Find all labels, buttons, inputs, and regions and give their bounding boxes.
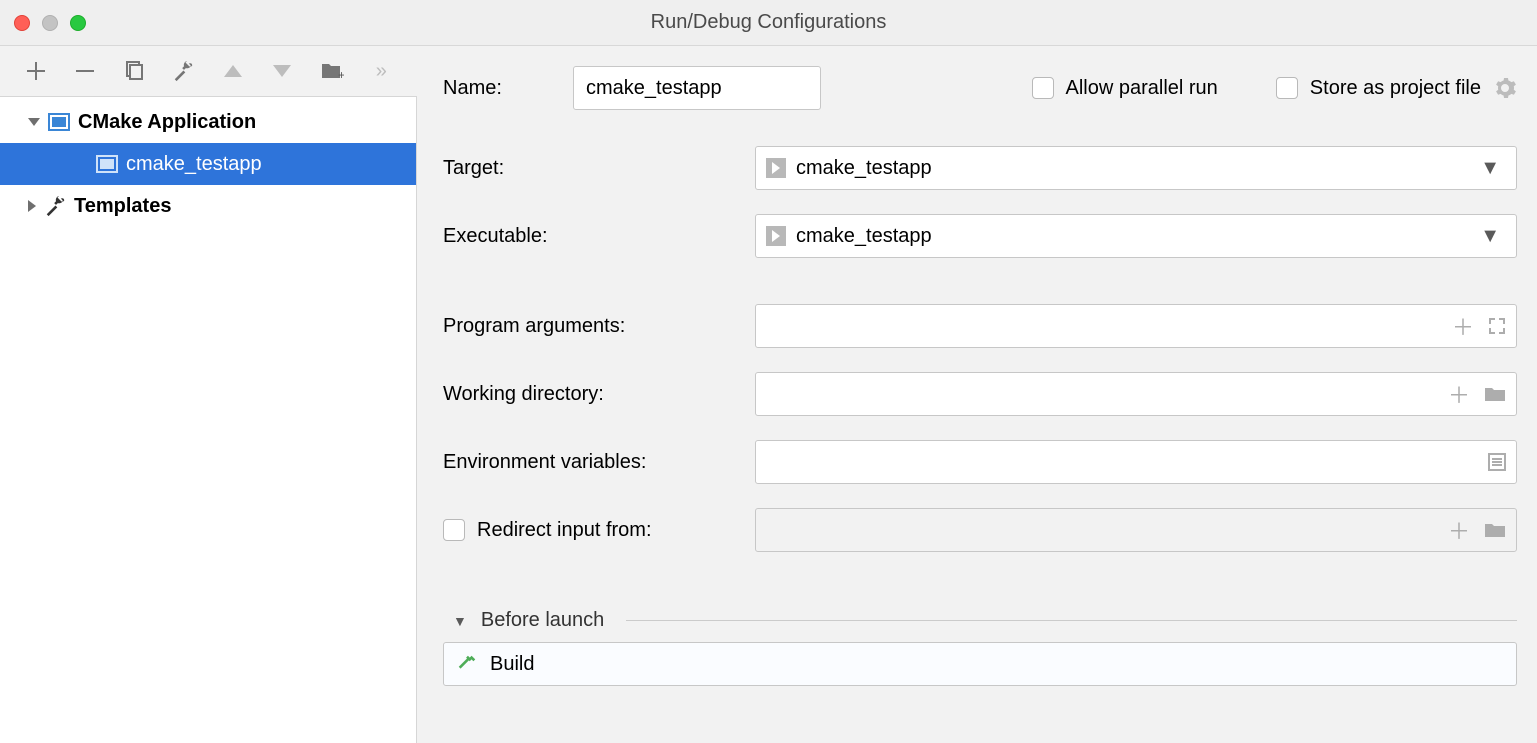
tree-item-label: cmake_testapp [126, 153, 262, 176]
build-task-item[interactable]: Build [444, 643, 1516, 685]
before-launch-header[interactable]: ▼ Before launch [443, 609, 1517, 632]
wrench-icon [172, 60, 194, 82]
executable-label: Executable: [443, 225, 743, 248]
main-panel: Name: cmake_testapp Allow parallel run S… [417, 46, 1537, 743]
store-project-checkbox[interactable]: Store as project file [1276, 77, 1481, 100]
tree-group-templates[interactable]: Templates [0, 185, 416, 227]
program-args-label: Program arguments: [443, 315, 743, 338]
folder-icon[interactable] [1484, 521, 1506, 539]
program-args-input[interactable]: ＋ [755, 304, 1517, 348]
name-input[interactable]: cmake_testapp [573, 66, 821, 110]
env-vars-input[interactable] [755, 440, 1517, 484]
checkbox-icon [443, 519, 465, 541]
target-select[interactable]: cmake_testapp ▼ [755, 146, 1517, 190]
chevron-down-icon: ▼ [453, 613, 467, 629]
chevron-down-icon: ▼ [1480, 157, 1500, 180]
target-value: cmake_testapp [796, 157, 932, 180]
plus-icon[interactable]: ＋ [1452, 310, 1474, 342]
maximize-window-button[interactable] [70, 15, 86, 31]
name-label: Name: [443, 77, 561, 100]
working-dir-input[interactable]: ＋ [755, 372, 1517, 416]
row-working-dir: Working directory: ＋ [443, 372, 1517, 416]
content: + » CMake Application cmake_testapp Temp… [0, 46, 1537, 743]
more-button[interactable]: » [370, 59, 393, 83]
row-target: Target: cmake_testapp ▼ [443, 146, 1517, 190]
allow-parallel-label: Allow parallel run [1066, 77, 1218, 100]
wrench-icon [44, 195, 66, 217]
tree-item-testapp[interactable]: cmake_testapp [0, 143, 416, 185]
hammer-icon [456, 653, 478, 675]
window-title: Run/Debug Configurations [0, 11, 1537, 34]
minus-icon [76, 62, 94, 80]
checkbox-icon [1032, 77, 1054, 99]
collapse-arrow-icon [28, 200, 36, 212]
chevron-down-icon [273, 65, 291, 77]
move-up-button[interactable] [221, 59, 244, 83]
chevron-up-icon [224, 65, 242, 77]
env-vars-label: Environment variables: [443, 451, 743, 474]
executable-value: cmake_testapp [796, 225, 932, 248]
sidebar: + » CMake Application cmake_testapp Temp… [0, 46, 417, 743]
expand-icon[interactable] [1488, 317, 1506, 335]
row-program-args: Program arguments: ＋ [443, 304, 1517, 348]
target-label: Target: [443, 157, 743, 180]
chevron-down-icon: ▼ [1480, 225, 1500, 248]
store-project-label: Store as project file [1310, 77, 1481, 100]
before-launch-section: ▼ Before launch Build [443, 608, 1517, 686]
cmake-app-icon [96, 155, 118, 173]
move-down-button[interactable] [270, 59, 293, 83]
before-launch-label: Before launch [481, 609, 604, 632]
redirect-label: Redirect input from: [477, 519, 652, 542]
folder-add-button[interactable]: + [320, 59, 344, 83]
add-config-button[interactable] [24, 59, 47, 83]
window-controls [14, 15, 86, 31]
run-target-icon [766, 158, 786, 178]
folder-icon[interactable] [1484, 385, 1506, 403]
config-tree: CMake Application cmake_testapp Template… [0, 96, 417, 743]
row-name: Name: cmake_testapp Allow parallel run S… [443, 66, 1517, 110]
working-dir-label: Working directory: [443, 383, 743, 406]
plus-icon [27, 62, 45, 80]
svg-text:+: + [338, 68, 344, 81]
divider [626, 620, 1517, 621]
sidebar-toolbar: + » [0, 46, 417, 96]
row-redirect: Redirect input from: ＋ [443, 508, 1517, 552]
minimize-window-button[interactable] [42, 15, 58, 31]
before-launch-list: Build [443, 642, 1517, 686]
titlebar: Run/Debug Configurations [0, 0, 1537, 46]
remove-config-button[interactable] [73, 59, 96, 83]
plus-icon[interactable]: ＋ [1448, 378, 1470, 410]
allow-parallel-checkbox[interactable]: Allow parallel run [1032, 77, 1218, 100]
folder-plus-icon: + [320, 61, 344, 81]
row-env-vars: Environment variables: [443, 440, 1517, 484]
cmake-app-icon [48, 113, 70, 131]
tree-group-cmake[interactable]: CMake Application [0, 101, 416, 143]
executable-select[interactable]: cmake_testapp ▼ [755, 214, 1517, 258]
edit-template-button[interactable] [172, 59, 195, 83]
list-icon[interactable] [1488, 453, 1506, 471]
row-executable: Executable: cmake_testapp ▼ [443, 214, 1517, 258]
expand-arrow-icon [28, 118, 40, 126]
run-target-icon [766, 226, 786, 246]
gear-icon[interactable] [1493, 76, 1517, 100]
tree-group-label: CMake Application [78, 111, 256, 134]
tree-templates-label: Templates [74, 195, 171, 218]
redirect-input[interactable]: ＋ [755, 508, 1517, 552]
checkbox-icon [1276, 77, 1298, 99]
redirect-checkbox[interactable]: Redirect input from: [443, 519, 743, 542]
close-window-button[interactable] [14, 15, 30, 31]
copy-config-button[interactable] [123, 59, 146, 83]
build-task-label: Build [490, 653, 534, 676]
copy-icon [124, 61, 144, 81]
plus-icon[interactable]: ＋ [1448, 514, 1470, 546]
name-value: cmake_testapp [586, 77, 722, 100]
